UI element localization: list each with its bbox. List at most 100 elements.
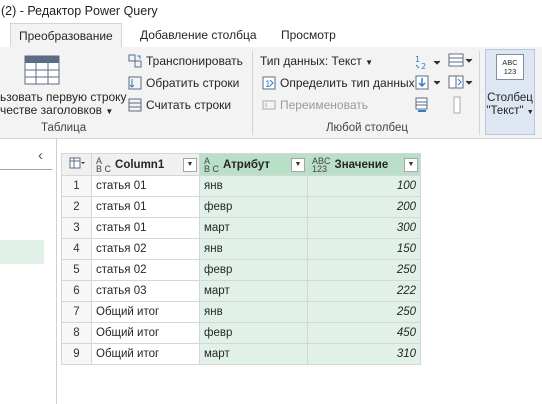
queries-divider <box>0 169 52 170</box>
use-first-row-headers-button-line2[interactable]: честве заголовков ▼ <box>0 103 113 117</box>
cell-attribute[interactable]: янв <box>199 301 308 323</box>
tab-transform[interactable]: Преобразование <box>10 23 122 47</box>
row-number: 9 <box>61 343 92 365</box>
cell-column1[interactable]: статья 02 <box>91 259 200 281</box>
chevron-down-icon: ▼ <box>365 58 374 67</box>
cell-value[interactable]: 300 <box>307 217 421 239</box>
cell-value[interactable]: 310 <box>307 343 421 365</box>
detect-type-icon: 1 <box>262 76 276 93</box>
column-header-attribute[interactable]: AB C Атрибут ▼ <box>199 153 308 176</box>
cell-attribute[interactable]: март <box>199 343 308 365</box>
table-row: 2 статья 01 февр 200 <box>61 196 421 218</box>
cell-attribute[interactable]: февр <box>199 259 308 281</box>
fill-down-icon[interactable] <box>414 75 444 94</box>
data-type-label: Тип данных: Текст <box>260 54 362 68</box>
reverse-rows-button[interactable]: Обратить строки <box>146 73 239 93</box>
use-first-row-label-1: ьзовать первую строку <box>0 90 127 104</box>
table-row: 1 статья 01 янв 100 <box>61 175 421 197</box>
selected-query-row[interactable] <box>0 240 44 264</box>
svg-text:1: 1 <box>415 55 420 64</box>
detect-data-type-button[interactable]: Определить тип данных <box>280 73 415 93</box>
type-bottom: 123 <box>312 163 328 174</box>
use-first-row-headers-button[interactable]: ьзовать первую строку <box>0 90 127 104</box>
row-number: 7 <box>61 301 92 323</box>
cell-column1[interactable]: статья 01 <box>91 175 200 197</box>
transpose-icon <box>128 54 142 71</box>
type-bottom: B C <box>204 163 220 174</box>
cell-attribute[interactable]: янв <box>199 175 308 197</box>
row-number: 2 <box>61 196 92 218</box>
filter-dropdown-icon[interactable]: ▼ <box>183 157 197 172</box>
cell-column1[interactable]: Общий итог <box>91 343 200 365</box>
replace-values-icon[interactable] <box>448 53 476 72</box>
move-column-icon[interactable] <box>452 96 462 117</box>
cell-value[interactable]: 200 <box>307 196 421 218</box>
chevron-down-icon: ▼ <box>526 109 534 116</box>
rename-button[interactable]: Переименовать <box>280 95 368 115</box>
text-type-icon[interactable]: AB C <box>204 156 220 174</box>
type-bottom: B C <box>96 163 112 174</box>
row-number: 5 <box>61 259 92 281</box>
any-type-icon[interactable]: ABC 123 <box>312 156 331 174</box>
filter-dropdown-icon[interactable]: ▼ <box>404 157 418 172</box>
cell-value[interactable]: 250 <box>307 259 421 281</box>
group-separator <box>479 51 480 135</box>
window-title: (2) - Редактор Power Query <box>1 4 158 18</box>
transpose-label: Транспонировать <box>146 54 243 68</box>
tab-view[interactable]: Просмотр <box>281 23 336 47</box>
ribbon-tabs: Преобразование Добавление столбца Просмо… <box>0 23 542 47</box>
ribbon: ьзовать первую строку честве заголовков … <box>0 47 542 139</box>
chevron-down-icon: ▼ <box>105 107 114 116</box>
cell-value[interactable]: 250 <box>307 301 421 323</box>
data-type-dropdown[interactable]: Тип данных: Текст ▼ <box>260 51 373 71</box>
count-rows-icon <box>128 98 142 115</box>
table-row: 8 Общий итог февр 450 <box>61 322 421 344</box>
data-grid: AB C Column1 ▼ AB C Атрибут ▼ ABC 123 Зна… <box>61 153 421 365</box>
chevron-left-icon[interactable]: ‹ <box>38 147 43 164</box>
cell-column1[interactable]: статья 01 <box>91 196 200 218</box>
cell-column1[interactable]: Общий итог <box>91 301 200 323</box>
group-label-table: Таблица <box>41 122 87 134</box>
text-column-label-2-wrap: "Текст" ▼ <box>486 105 534 119</box>
cell-attribute[interactable]: март <box>199 280 308 302</box>
filter-dropdown-icon[interactable]: ▼ <box>291 157 305 172</box>
table-row: 3 статья 01 март 300 <box>61 217 421 239</box>
sort-numbers-icon[interactable]: 12 <box>414 53 444 74</box>
cell-column1[interactable]: статья 03 <box>91 280 200 302</box>
rename-label: Переименовать <box>280 98 368 112</box>
group-label-any-column: Любой столбец <box>326 122 408 134</box>
cell-value[interactable]: 222 <box>307 280 421 302</box>
column-header-value[interactable]: ABC 123 Значение ▼ <box>307 153 421 176</box>
rename-icon <box>262 98 276 115</box>
svg-text:1: 1 <box>265 80 271 90</box>
pivot-column-icon[interactable] <box>448 75 476 94</box>
tab-add-column[interactable]: Добавление столбца <box>140 23 257 47</box>
column-header-column1[interactable]: AB C Column1 ▼ <box>91 153 200 176</box>
cell-attribute[interactable]: февр <box>199 196 308 218</box>
table-menu-icon[interactable] <box>61 153 92 176</box>
text-type-icon[interactable]: AB C <box>96 156 112 174</box>
cell-column1[interactable]: Общий итог <box>91 322 200 344</box>
cell-attribute[interactable]: март <box>199 217 308 239</box>
detect-type-label: Определить тип данных <box>280 76 415 90</box>
text-column-button[interactable]: ABC 123 Столбец "Текст" ▼ <box>485 49 535 135</box>
cell-value[interactable]: 150 <box>307 238 421 260</box>
cell-value[interactable]: 450 <box>307 322 421 344</box>
count-rows-button[interactable]: Считать строки <box>146 95 231 115</box>
cell-value[interactable]: 100 <box>307 175 421 197</box>
cell-column1[interactable]: статья 01 <box>91 217 200 239</box>
table-row: 4 статья 02 янв 150 <box>61 238 421 260</box>
reverse-rows-icon <box>128 76 142 93</box>
text-column-label-2: "Текст" <box>486 105 524 117</box>
cell-column1[interactable]: статья 02 <box>91 238 200 260</box>
cell-attribute[interactable]: янв <box>199 238 308 260</box>
table-header-icon <box>24 55 60 88</box>
reverse-rows-label: Обратить строки <box>146 76 240 90</box>
row-number: 8 <box>61 322 92 344</box>
text-column-label-1: Столбец <box>487 92 533 104</box>
convert-to-list-icon[interactable] <box>414 97 430 116</box>
transpose-button[interactable]: Транспонировать <box>146 51 243 71</box>
cell-attribute[interactable]: февр <box>199 322 308 344</box>
row-number: 4 <box>61 238 92 260</box>
grid-header-row: AB C Column1 ▼ AB C Атрибут ▼ ABC 123 Зна… <box>61 153 421 176</box>
